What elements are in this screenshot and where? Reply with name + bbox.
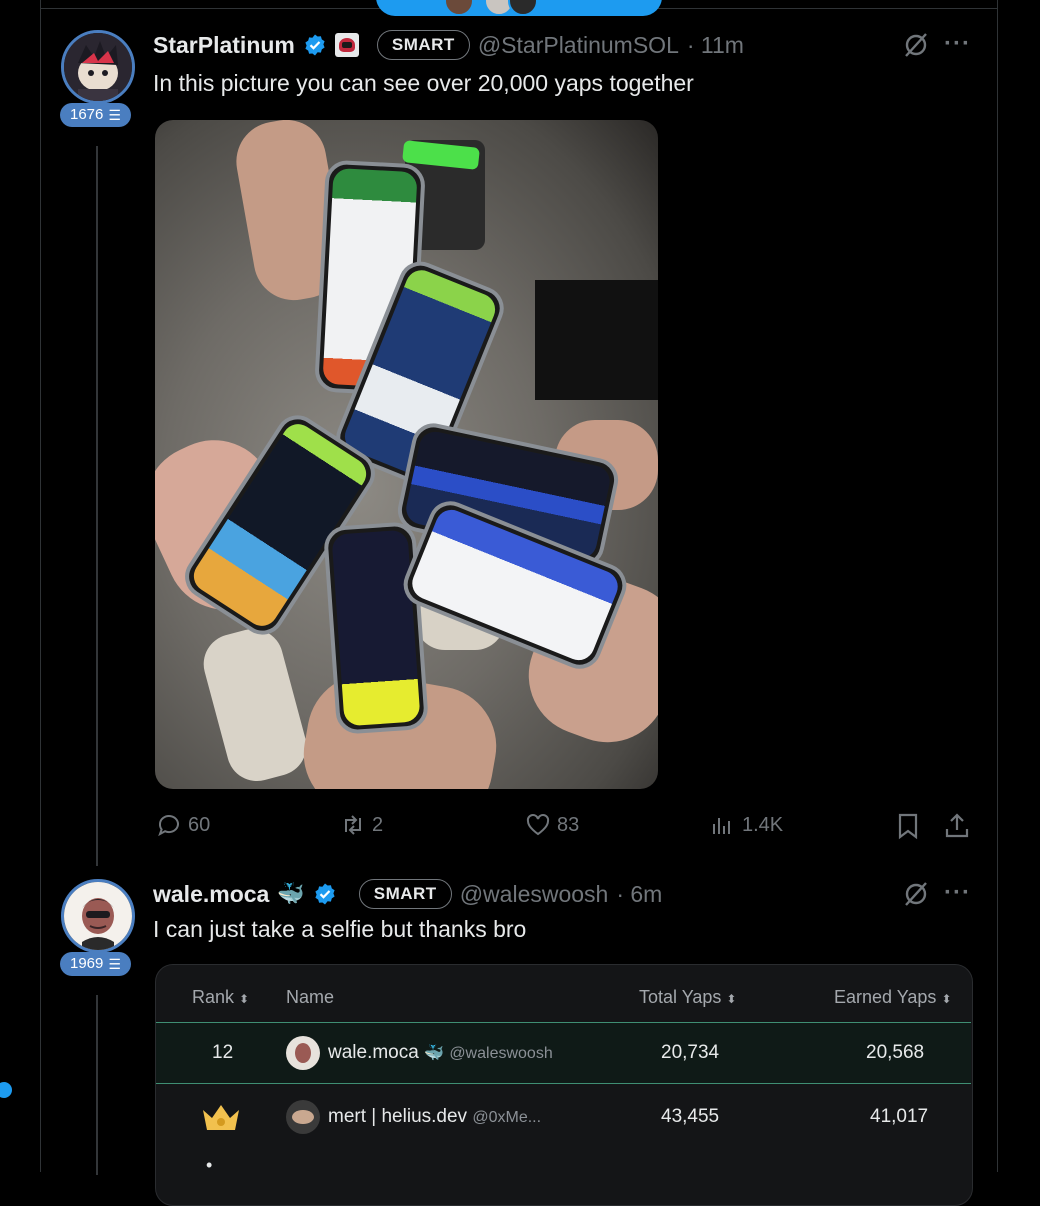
grok-icon[interactable]	[903, 881, 929, 912]
tweet-photo[interactable]	[155, 120, 658, 789]
author-handle[interactable]: @waleswoosh	[460, 881, 609, 908]
column-header-name[interactable]: Name	[286, 987, 334, 1008]
author-handle[interactable]: @StarPlatinumSOL	[478, 32, 679, 59]
sort-icon: ⬍	[726, 992, 737, 1006]
column-border-left	[40, 0, 41, 1172]
total-yaps-cell: 43,455	[661, 1106, 720, 1127]
whale-icon: 🐳	[424, 1045, 445, 1062]
tweet-text: In this picture you can see over 20,000 …	[153, 70, 694, 96]
notification-dot	[0, 1082, 12, 1098]
name-cell: wale.moca 🐳 @waleswoosh	[328, 1042, 553, 1063]
bookmark-icon[interactable]	[895, 812, 921, 845]
views-icon	[713, 818, 730, 834]
thread-line	[96, 995, 98, 1175]
verified-icon	[305, 34, 325, 56]
column-border-right	[997, 0, 998, 1172]
total-yaps-cell: 20,734	[661, 1042, 720, 1063]
more-options-icon[interactable]: ···	[944, 30, 971, 58]
name-cell: mert | helius.dev @0xMe...	[328, 1106, 542, 1127]
retweet-icon	[345, 815, 361, 835]
column-header-total-yaps[interactable]: Total Yaps ⬍	[639, 987, 736, 1008]
avatar	[508, 0, 538, 16]
column-header-rank[interactable]: Rank ⬍	[192, 987, 249, 1008]
avatar	[286, 1036, 320, 1070]
leaderboard-card[interactable]: Rank ⬍ Name Total Yaps ⬍ Earned Yaps ⬍ 1…	[155, 964, 973, 1206]
tweet-text: I can just take a selfie but thanks bro	[153, 916, 527, 942]
sort-icon: ⬍	[941, 992, 952, 1006]
crown-icon	[200, 1102, 242, 1137]
earned-yaps-cell: 20,568	[866, 1042, 925, 1063]
avatar	[286, 1100, 320, 1134]
grok-icon[interactable]	[903, 32, 929, 63]
table-row-highlighted[interactable]: 12 wale.moca 🐳 @waleswoosh 20,734 20,568	[156, 1022, 971, 1084]
earned-yaps-cell: 41,017	[870, 1106, 929, 1127]
rank-cell: 12	[212, 1042, 234, 1063]
views-button[interactable]: 1.4K	[710, 812, 783, 838]
list-icon: ☰	[108, 956, 121, 972]
heart-icon	[526, 813, 550, 836]
share-icon[interactable]	[944, 812, 970, 845]
sort-icon: ⬍	[239, 992, 250, 1006]
more-options-icon[interactable]: ···	[944, 879, 971, 907]
like-button[interactable]: 83	[525, 812, 579, 838]
column-header-earned-yaps[interactable]: Earned Yaps ⬍	[834, 987, 952, 1008]
list-icon: ☰	[108, 107, 121, 123]
verified-icon	[315, 883, 335, 905]
table-row[interactable]: mert | helius.dev @0xMe... 43,455 41,017	[156, 1086, 971, 1148]
avatar-image	[64, 882, 132, 950]
yaps-badge[interactable]: 1969 ☰	[60, 952, 131, 976]
post-time[interactable]: · 6m	[616, 881, 662, 908]
post-time[interactable]: · 11m	[687, 32, 744, 59]
avatar[interactable]	[61, 879, 135, 953]
avatar[interactable]	[61, 30, 135, 104]
rank-indicator: •	[206, 1155, 213, 1175]
affiliate-icon	[334, 33, 359, 57]
thread-line	[96, 146, 98, 866]
reply-button[interactable]: 60	[156, 812, 210, 838]
new-posts-pill[interactable]	[376, 0, 662, 16]
avatar-image	[64, 33, 132, 101]
yaps-badge[interactable]: 1676 ☰	[60, 103, 131, 127]
smart-badge: SMART	[358, 879, 452, 909]
reply-icon	[158, 815, 179, 837]
author-name[interactable]: wale.moca	[153, 881, 269, 908]
avatar	[444, 0, 474, 16]
whale-icon: 🐳	[277, 881, 305, 906]
author-name[interactable]: StarPlatinum	[153, 32, 295, 59]
retweet-button[interactable]: 2	[340, 812, 383, 838]
smart-badge: SMART	[376, 30, 470, 60]
